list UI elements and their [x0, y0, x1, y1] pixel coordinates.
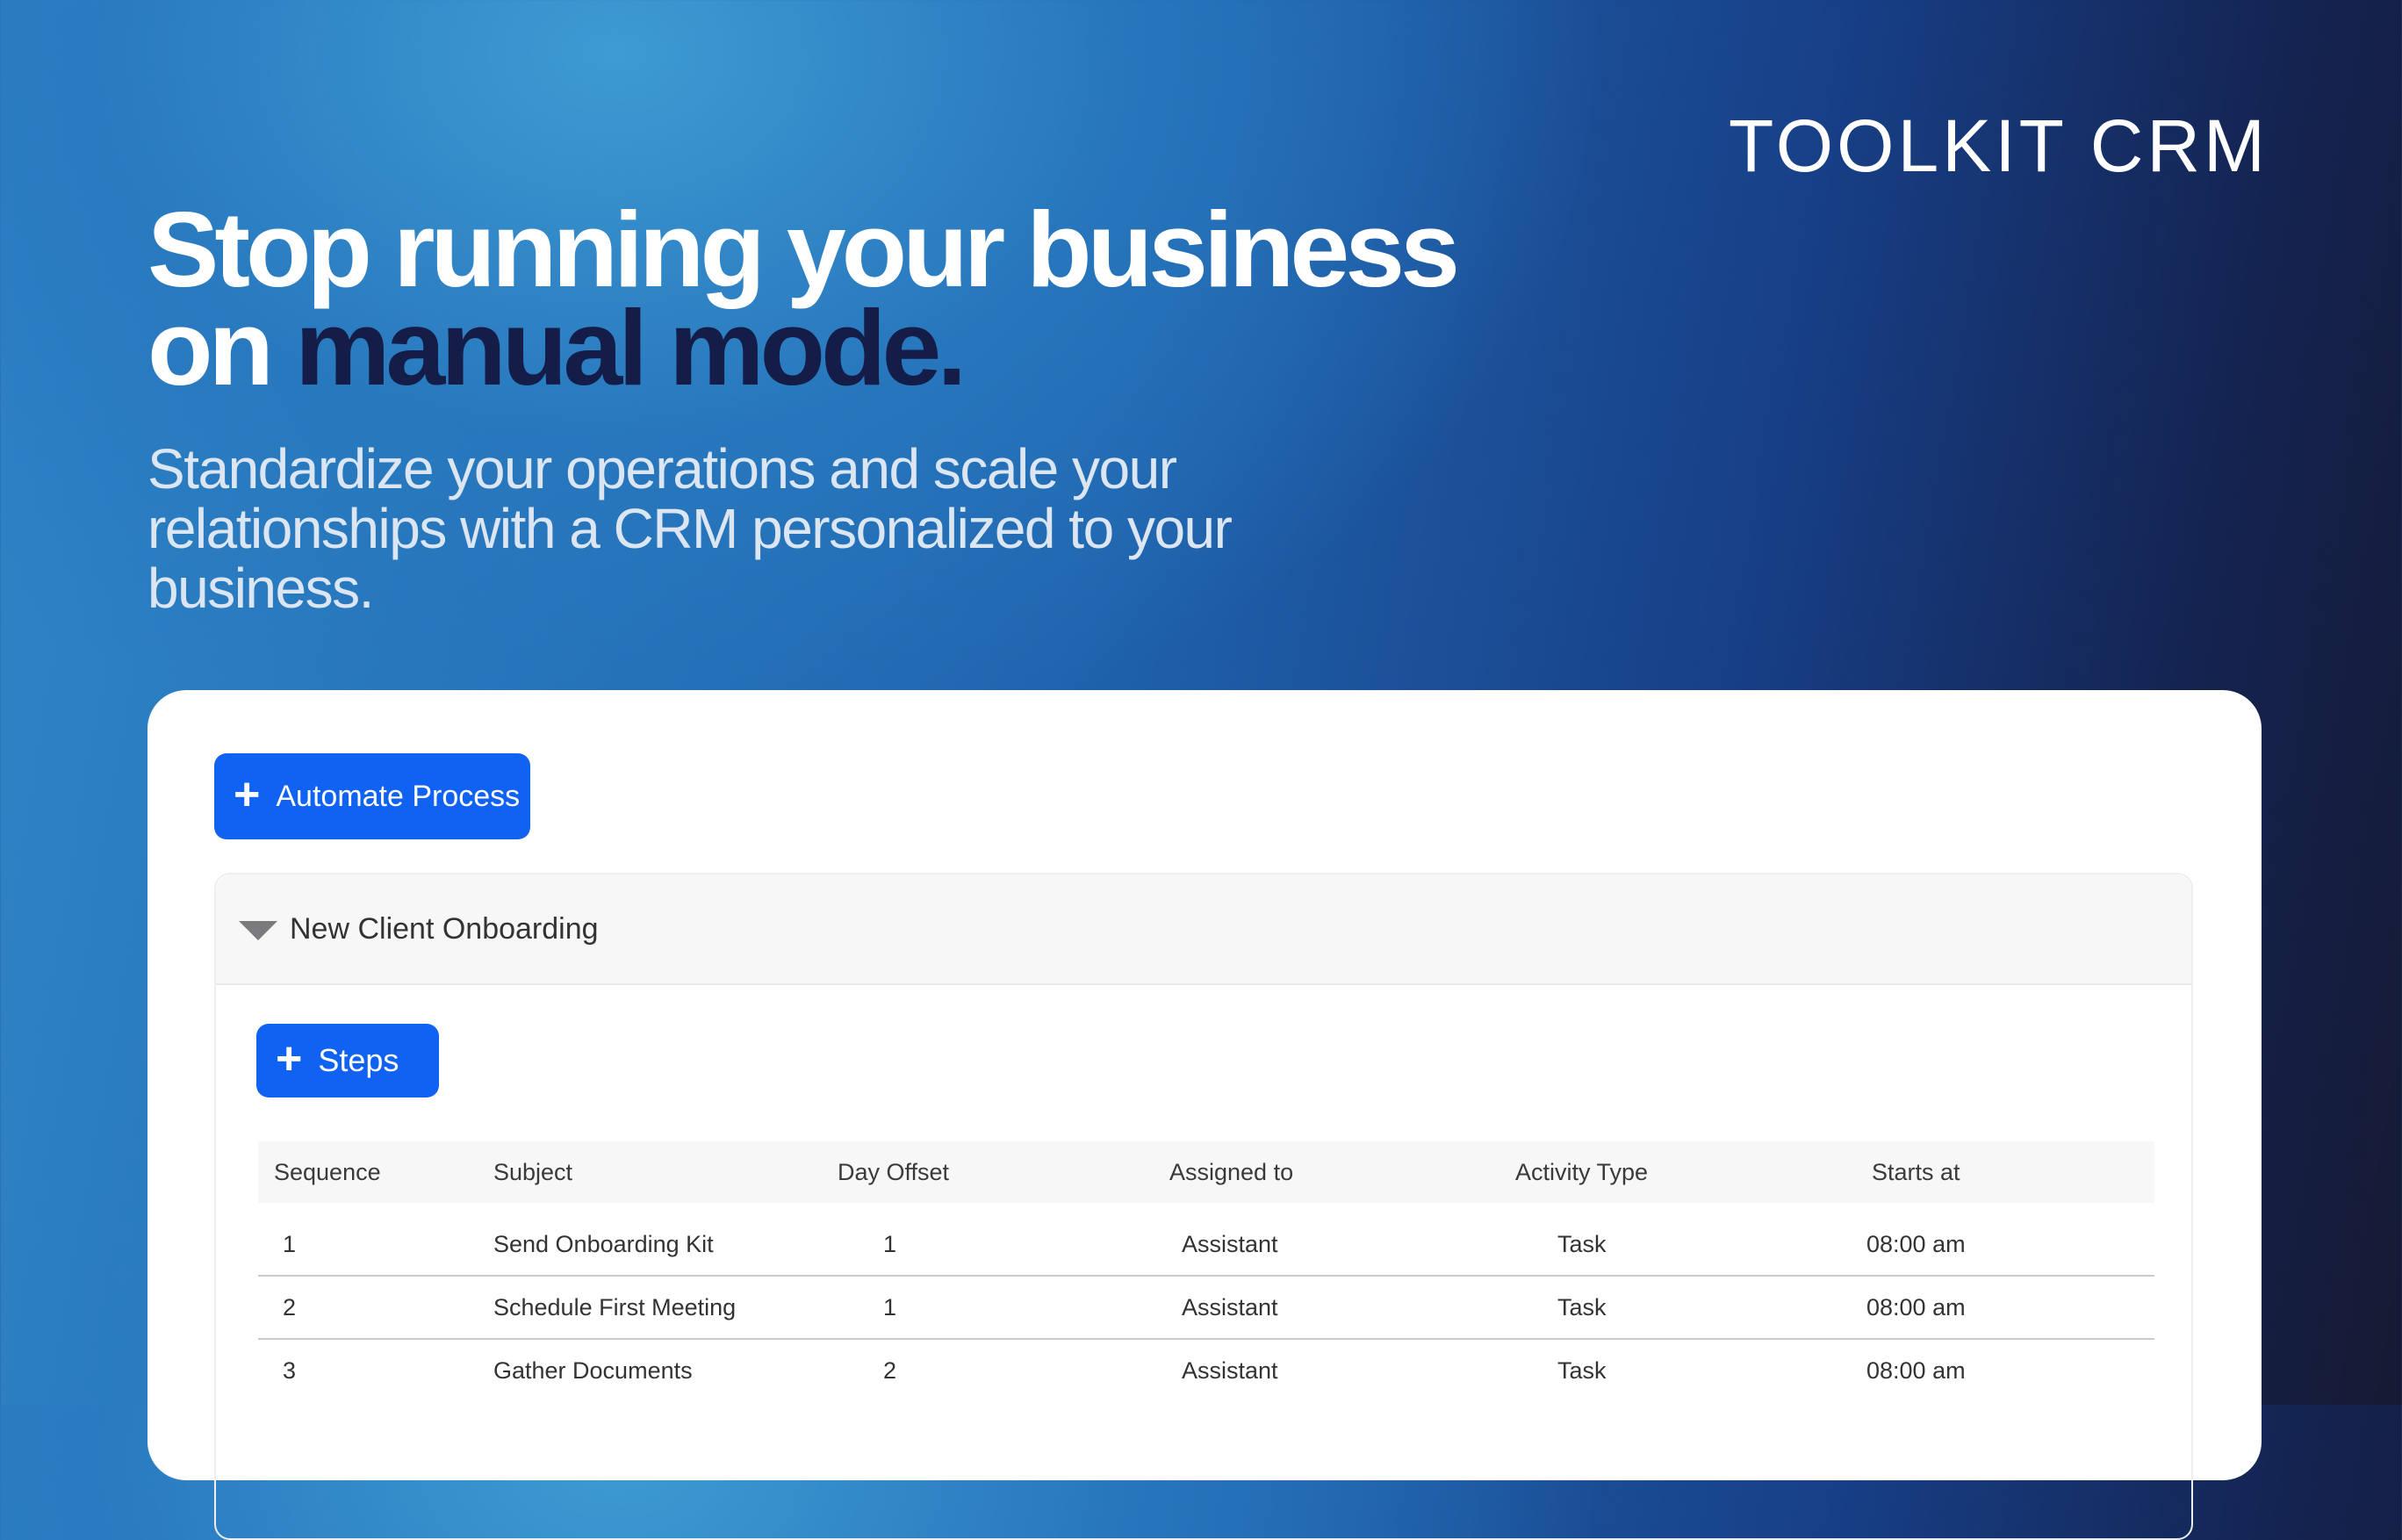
- automate-process-button[interactable]: + Automate Process: [214, 753, 530, 839]
- cell-sequence: 3: [283, 1356, 297, 1384]
- brand-logo: TOOLKIT CRM: [1729, 104, 2269, 187]
- process-group-header[interactable]: New Client Onboarding: [216, 874, 2191, 985]
- add-steps-button[interactable]: + Steps: [256, 1024, 439, 1097]
- column-header-sequence: Sequence: [274, 1158, 381, 1185]
- cell-assigned-to: Assistant: [1182, 1293, 1278, 1321]
- cell-starts-at: 08:00 am: [1866, 1293, 1966, 1321]
- cell-starts-at: 08:00 am: [1866, 1356, 1966, 1384]
- cell-day-offset: 1: [883, 1293, 897, 1321]
- column-header-subject: Subject: [493, 1158, 573, 1185]
- app-preview-panel: + Automate Process New Client Onboarding…: [147, 690, 2262, 1540]
- cell-activity-type: Task: [1557, 1356, 1607, 1384]
- cell-assigned-to: Assistant: [1182, 1230, 1278, 1257]
- cell-subject: Send Onboarding Kit: [493, 1230, 714, 1257]
- table-row[interactable]: 3 Gather Documents 2 Assistant Task 08:0…: [258, 1340, 2154, 1401]
- hero-headline: Stop running your business on manual mod…: [147, 196, 1460, 401]
- column-header-day-offset: Day Offset: [838, 1158, 950, 1185]
- cell-sequence: 1: [283, 1230, 297, 1257]
- cell-sequence: 2: [283, 1293, 297, 1321]
- steps-label: Steps: [318, 1042, 399, 1078]
- cell-day-offset: 2: [883, 1356, 897, 1384]
- caret-down-icon[interactable]: [239, 921, 277, 940]
- column-header-starts-at: Starts at: [1872, 1158, 1960, 1185]
- headline-accent: manual mode.: [294, 288, 967, 407]
- hero-subheadline: Standardize your operations and scale yo…: [147, 437, 1233, 620]
- plus-icon: +: [234, 769, 261, 820]
- automate-process-label: Automate Process: [276, 779, 521, 813]
- cell-activity-type: Task: [1557, 1293, 1607, 1321]
- headline-line2-prefix: on: [147, 288, 295, 407]
- cell-day-offset: 1: [883, 1230, 897, 1257]
- plus-icon: +: [276, 1033, 303, 1084]
- cell-subject: Schedule First Meeting: [493, 1293, 737, 1321]
- cell-activity-type: Task: [1557, 1230, 1607, 1257]
- process-title: New Client Onboarding: [290, 911, 599, 946]
- table-row[interactable]: 1 Send Onboarding Kit 1 Assistant Task 0…: [258, 1213, 2154, 1277]
- column-header-assigned-to: Assigned to: [1169, 1158, 1294, 1185]
- cell-assigned-to: Assistant: [1182, 1356, 1278, 1384]
- table-row[interactable]: 2 Schedule First Meeting 1 Assistant Tas…: [258, 1277, 2154, 1340]
- column-header-activity-type: Activity Type: [1515, 1158, 1649, 1185]
- steps-table: Sequence Subject Day Offset Assigned to …: [258, 1141, 2154, 1401]
- cell-starts-at: 08:00 am: [1866, 1230, 1966, 1257]
- cell-subject: Gather Documents: [493, 1356, 693, 1384]
- table-header: Sequence Subject Day Offset Assigned to …: [258, 1141, 2154, 1203]
